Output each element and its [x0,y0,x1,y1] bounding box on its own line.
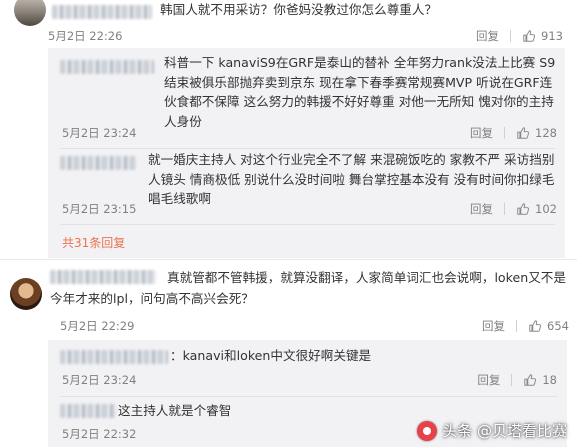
comment-actions: 回复 654 [482,318,569,334]
reply-username-blurred[interactable] [60,350,168,364]
divider [504,127,506,139]
toutiao-logo-icon [417,420,438,441]
reply-text: 科普一下 kanaviS9在GRF是泰山的替补 全年努力rank没法上比赛 S9… [164,55,556,129]
thumbs-up-icon [524,374,537,386]
like-count: 102 [535,202,557,216]
thumbs-up-icon [529,320,542,332]
reply-username-blurred[interactable] [60,156,136,170]
divider [0,259,577,260]
comment-actions: 回复 913 [476,28,563,44]
thumbs-up-icon [517,203,530,215]
reply-username-blurred[interactable] [60,60,154,74]
comment-time: 5月2日 22:26 [48,29,123,43]
like-button[interactable]: 128 [516,126,557,140]
like-button[interactable]: 913 [522,29,563,43]
reply-button[interactable]: 回复 [470,201,493,217]
comment-text: 真就管都不管韩援，就算没翻译，人家简单词汇也会说啊，loken又不是今年才来的l… [50,270,566,306]
reply-button[interactable]: 回复 [470,125,493,141]
like-button[interactable]: 654 [528,319,569,333]
reply-button[interactable]: 回复 [477,372,500,388]
reply-button[interactable]: 回复 [482,318,505,334]
watermark-text: 头条 @贝塔看比赛 [442,422,567,440]
reply-time: 5月2日 23:24 [62,126,137,140]
divider [60,396,557,397]
more-replies-link[interactable]: 共31条回复 [62,234,125,251]
comment-text: 韩国人就不用采访？你爸妈没教过你怎么尊重人？ [160,2,438,17]
thumbs-up-icon [523,30,536,42]
thumbs-up-icon [517,127,530,139]
reply-time: 5月2日 23:24 [62,373,137,387]
comment-item: 韩国人就不用采访？你爸妈没教过你怎么尊重人？ 5月2日 22:26 回复 913… [0,0,577,258]
reply-username-blurred[interactable] [60,404,116,418]
divider [510,30,512,42]
reply-actions: 回复 128 [470,125,557,141]
reply-text: ：kanavi和loken中文很好啊关键是 [170,348,372,363]
divider [516,320,518,332]
like-count: 18 [542,373,557,387]
avatar[interactable] [10,278,42,310]
divider [60,224,555,225]
like-button[interactable]: 102 [516,202,557,216]
reply-actions: 回复 102 [470,201,557,217]
username-blurred[interactable] [52,5,152,19]
divider [504,203,506,215]
like-count: 913 [541,29,563,43]
like-count: 128 [535,126,557,140]
reply-list: 科普一下 kanaviS9在GRF是泰山的替补 全年努力rank没法上比赛 S9… [48,48,565,258]
comment-time: 5月2日 22:29 [60,319,135,333]
reply-actions: 回复 18 [477,372,557,388]
reply-time: 5月2日 23:15 [62,202,137,216]
reply-text: 这主持人就是个睿智 [118,403,232,418]
divider [511,374,513,386]
like-button[interactable]: 18 [523,373,557,387]
divider [60,148,555,149]
reply-time: 5月2日 22:32 [62,427,137,441]
reply-button[interactable]: 回复 [476,28,499,44]
reply-text: 就一婚庆主持人 对这个行业完全不了解 来混碗饭吃的 家教不严 采访挡别人镜头 情… [148,152,555,206]
watermark: 头条 @贝塔看比赛 [417,420,567,441]
like-count: 654 [547,319,569,333]
avatar[interactable] [14,0,46,26]
